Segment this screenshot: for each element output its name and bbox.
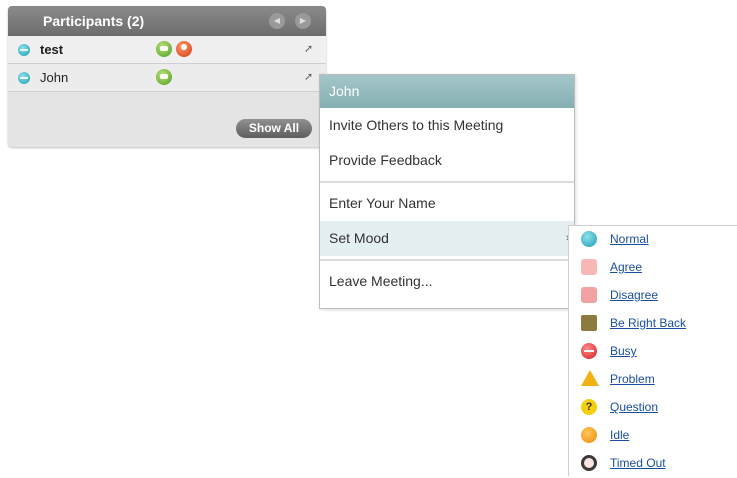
mood-option-question[interactable]: ? Question [581, 394, 731, 422]
mood-label[interactable]: Normal [610, 232, 649, 246]
enter-your-name-menu-item[interactable]: Enter Your Name [320, 186, 574, 221]
leave-meeting-menu-item[interactable]: Leave Meeting... [320, 264, 574, 299]
invite-others-menu-item[interactable]: Invite Others to this Meeting [320, 108, 574, 143]
mood-option-disagree[interactable]: Disagree [581, 282, 731, 310]
mood-option-timed-out[interactable]: Timed Out [581, 450, 731, 478]
pin-icon[interactable]: ➚ [304, 70, 313, 83]
mood-option-normal[interactable]: Normal [581, 226, 731, 254]
mood-option-be-right-back[interactable]: Be Right Back [581, 310, 731, 338]
mood-label[interactable]: Be Right Back [610, 316, 686, 330]
mood-label[interactable]: Idle [610, 428, 629, 442]
question-icon: ? [581, 399, 597, 415]
participant-name: test [40, 42, 64, 57]
door-icon [581, 315, 597, 331]
set-mood-label: Set Mood [329, 230, 389, 246]
participants-header: Participants (2) ◀ ▶ [8, 6, 326, 36]
warning-icon [581, 370, 599, 386]
chat-icon[interactable] [156, 69, 172, 85]
busy-icon [581, 343, 597, 359]
mood-option-agree[interactable]: Agree [581, 254, 731, 282]
show-all-button[interactable]: Show All [236, 119, 312, 138]
mood-label[interactable]: Problem [610, 372, 655, 386]
timed-out-icon [581, 455, 597, 471]
participants-title: Participants (2) [43, 13, 145, 29]
previous-arrow-icon[interactable]: ◀ [269, 13, 285, 29]
participant-row-john[interactable]: John ➚ [8, 64, 326, 92]
mood-label[interactable]: Agree [610, 260, 642, 274]
mood-label[interactable]: Busy [610, 344, 637, 358]
participant-row-test[interactable]: test ➚ [8, 36, 326, 64]
participant-name: John [40, 70, 69, 85]
mood-label[interactable]: Disagree [610, 288, 658, 302]
mood-option-problem[interactable]: Problem [581, 366, 731, 394]
mood-option-busy[interactable]: Busy [581, 338, 731, 366]
menu-divider [320, 259, 574, 261]
set-mood-menu-item[interactable]: Set Mood » [320, 221, 574, 256]
normal-icon [581, 231, 597, 247]
mood-option-idle[interactable]: Idle [581, 422, 731, 450]
context-menu-header: John [320, 75, 574, 108]
idle-icon [581, 427, 597, 443]
thumbs-down-icon [581, 287, 597, 303]
participants-panel: Participants (2) ◀ ▶ test ➚ John ➚ Show … [8, 6, 326, 147]
mood-label[interactable]: Question [610, 400, 658, 414]
chat-icon[interactable] [156, 41, 172, 57]
pin-icon[interactable]: ➚ [304, 42, 313, 55]
mood-submenu: Normal Agree Disagree Be Right Back Busy… [568, 225, 737, 476]
mood-label[interactable]: Timed Out [610, 456, 666, 470]
status-normal-icon [18, 44, 30, 56]
next-arrow-icon[interactable]: ▶ [295, 13, 311, 29]
participant-context-menu: John Invite Others to this Meeting Provi… [319, 74, 575, 309]
menu-divider [320, 181, 574, 183]
provide-feedback-menu-item[interactable]: Provide Feedback [320, 143, 574, 178]
presenter-icon[interactable] [176, 41, 192, 57]
status-normal-icon [18, 72, 30, 84]
thumbs-up-icon [581, 259, 597, 275]
